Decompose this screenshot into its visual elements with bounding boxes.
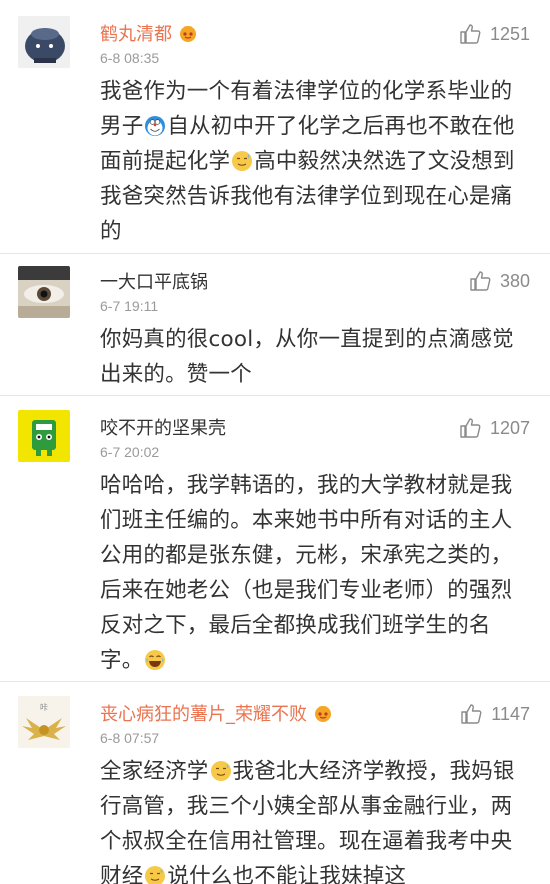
comment-header: 一大口平底锅 380 [100,254,530,296]
like-count: 1207 [489,417,530,438]
avatar-image-icon: 咔 [18,696,70,748]
thumbs-up-icon [460,418,481,438]
avatar[interactable]: 咔 [18,696,70,748]
like-button[interactable]: 1207 [458,416,530,440]
comment-text: 你妈真的很cool，从你一直提到的点滴感觉出来的。赞一个 [100,322,530,392]
comment-text-part: 说什么也不能让我妹掉这 [167,864,407,884]
username[interactable]: 鹤丸清都 [100,20,172,46]
like-count: 1251 [489,23,530,44]
svg-text:咔: 咔 [40,702,48,712]
comment-text-part: 哈哈哈，我学韩语的，我的大学教材就是我们班主任编的。本来她书中所有对话的主人公用… [100,473,513,673]
like-button[interactable]: 380 [468,269,530,293]
comment-feed: 鹤丸清都 1251 6-8 08:35 我爸作为一个有着法律学位的化学系毕业的男… [0,0,550,884]
avatar[interactable] [18,410,70,462]
comment-text: 我爸作为一个有着法律学位的化学系毕业的男子 自从初中开了化学之后再也不敢在他面前提… [100,74,530,249]
comment-header: 丧心病狂的薯片_荣耀不败 1147 [100,682,530,728]
thumbs-up-icon [470,271,491,291]
sweat-smile-emoji-icon [210,760,232,782]
comment-item: 咬不开的坚果壳 1207 6-7 20:02 哈哈哈，我学韩语的，我的大学教材就… [0,396,550,682]
laugh-tears-emoji-icon [144,649,166,671]
avatar-image-icon [18,410,70,462]
sweat-smile-emoji-icon [231,150,253,172]
avatar-image-icon [18,16,70,68]
like-button[interactable]: 1147 [459,702,530,726]
thumbs-up-icon [461,704,482,724]
avatar[interactable] [18,266,70,318]
comment-item: 一大口平底锅 380 6-7 19:11 你妈真的很cool，从你一直提到的点滴… [0,254,550,396]
comment-header: 鹤丸清都 1251 [100,0,530,48]
like-count: 1147 [491,703,530,724]
username[interactable]: 丧心病狂的薯片_荣耀不败 [100,700,307,726]
username[interactable]: 咬不开的坚果壳 [100,414,226,440]
comment-text-part: 全家经济学 [100,759,209,784]
comment-item: 咔 丧心病狂的薯片_荣耀不败 1147 6-8 07:57 全家经济学 我爸北大经… [0,682,550,884]
vip-crown-badge-icon [178,23,198,43]
timestamp: 6-7 19:11 [100,298,159,314]
timestamp: 6-8 08:35 [100,50,160,66]
comment-text-part: 你妈真的很cool，从你一直提到的点滴感觉出来的。赞一个 [100,327,514,387]
thumbs-up-icon [460,24,481,44]
timestamp: 6-8 07:57 [100,730,160,746]
like-button[interactable]: 1251 [458,22,530,46]
vip-crown-badge-icon [313,703,333,723]
like-count: 380 [499,270,530,291]
comment-header: 咬不开的坚果壳 1207 [100,396,530,442]
comment-item: 鹤丸清都 1251 6-8 08:35 我爸作为一个有着法律学位的化学系毕业的男… [0,0,550,254]
username[interactable]: 一大口平底锅 [100,268,208,294]
doraemon-emoji-icon [144,115,166,137]
comment-text: 哈哈哈，我学韩语的，我的大学教材就是我们班主任编的。本来她书中所有对话的主人公用… [100,468,530,678]
avatar-image-icon [18,266,70,318]
comment-text: 全家经济学 我爸北大经济学教授，我妈银行高管，我三个小姨全部从事金融行业，两个叔叔… [100,754,530,884]
timestamp: 6-7 20:02 [100,444,160,460]
avatar[interactable] [18,16,70,68]
sweat-smile-emoji-icon [144,865,166,884]
